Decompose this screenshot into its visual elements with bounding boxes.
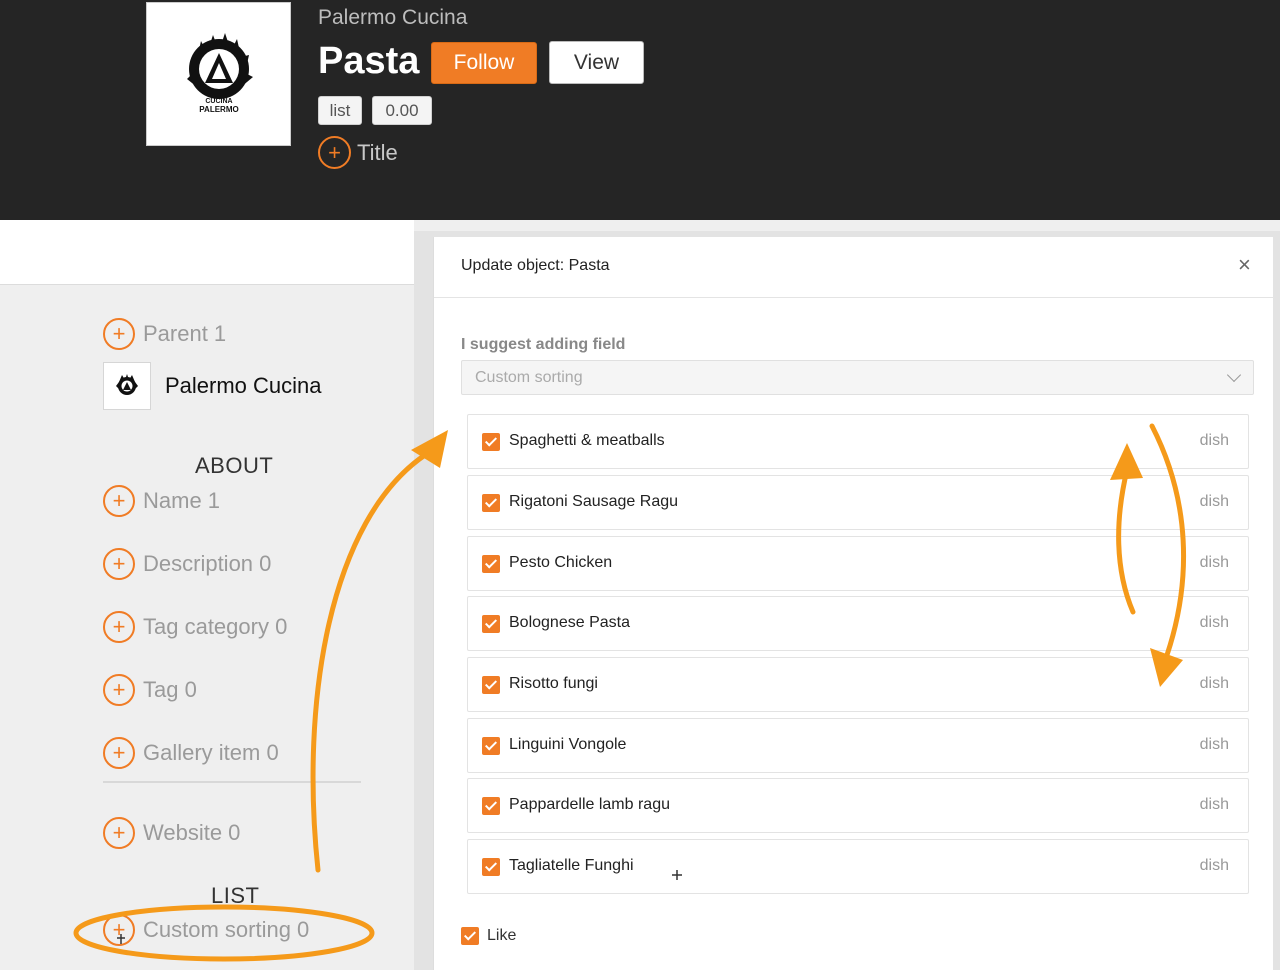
dish-name: Rigatoni Sausage Ragu xyxy=(509,493,679,510)
breadcrumb-parent[interactable]: Palermo Cucina xyxy=(318,6,467,30)
plus-circle-icon: + xyxy=(103,817,135,849)
checkbox[interactable] xyxy=(482,555,500,573)
about-heading: ABOUT xyxy=(195,453,274,478)
modal-header: Update object: Pasta × xyxy=(434,237,1274,298)
checkbox[interactable] xyxy=(482,615,500,633)
suggest-field-select[interactable]: Custom sorting xyxy=(461,360,1254,395)
checkbox[interactable] xyxy=(482,737,500,755)
restaurant-logo: CUCINA PALERMO xyxy=(146,2,291,146)
object-header: CUCINA PALERMO Palermo Cucina Pasta Foll… xyxy=(0,0,1280,220)
list-item[interactable]: Bolognese Pasta dish xyxy=(467,596,1249,651)
follow-button[interactable]: Follow xyxy=(431,42,537,84)
dish-name: Tagliatelle Funghi xyxy=(509,857,634,874)
plus-circle-icon: + xyxy=(318,136,351,169)
sidebar-item-tag[interactable]: + Tag 0 xyxy=(103,674,197,706)
sidebar-item-website[interactable]: + Website 0 xyxy=(103,817,240,849)
dish-type: dish xyxy=(1199,493,1229,510)
dish-name: Bolognese Pasta xyxy=(509,614,630,631)
plus-circle-icon: + xyxy=(103,318,135,350)
sidebar-item-description[interactable]: + Description 0 xyxy=(103,548,271,580)
close-icon[interactable]: × xyxy=(1238,254,1251,276)
update-object-modal: Update object: Pasta × I suggest adding … xyxy=(433,237,1274,970)
plus-circle-icon: + xyxy=(103,914,135,946)
sidebar-item-label: Website 0 xyxy=(143,820,241,845)
plus-circle-icon: + xyxy=(103,548,135,580)
checkbox[interactable] xyxy=(482,858,500,876)
list-item[interactable]: Risotto fungi dish xyxy=(467,657,1249,712)
chevron-down-icon xyxy=(1226,367,1242,383)
sidebar-item-label: Description 0 xyxy=(143,551,272,576)
dish-type: dish xyxy=(1199,614,1229,631)
dish-name: Pesto Chicken xyxy=(509,554,613,571)
suggest-field-value: Custom sorting xyxy=(475,369,583,386)
like-checkbox-row[interactable]: Like xyxy=(461,927,516,945)
dish-type: dish xyxy=(1199,796,1229,813)
checkbox[interactable] xyxy=(482,797,500,815)
sidebar-item-gallery-item[interactable]: + Gallery item 0 xyxy=(103,737,279,769)
list-item[interactable]: Pesto Chicken dish xyxy=(467,536,1249,591)
list-item[interactable]: Pappardelle lamb ragu dish xyxy=(467,778,1249,833)
list-item[interactable]: Rigatoni Sausage Ragu dish xyxy=(467,475,1249,530)
list-item[interactable]: Tagliatelle Funghi dish xyxy=(467,839,1249,894)
annotation-arrow xyxy=(310,452,428,873)
view-button[interactable]: View xyxy=(549,41,644,84)
list-heading: LIST xyxy=(211,883,260,908)
checkbox[interactable] xyxy=(482,494,500,512)
sidebar-item-label: Name 1 xyxy=(143,488,221,513)
dish-type: dish xyxy=(1199,432,1229,449)
svg-text:CUCINA: CUCINA xyxy=(205,98,232,105)
dish-name: Linguini Vongole xyxy=(509,736,627,753)
sidebar-item-label: Custom sorting 0 xyxy=(143,917,310,942)
parent-name[interactable]: Palermo Cucina xyxy=(165,373,322,399)
list-item[interactable]: Spaghetti & meatballs dish xyxy=(467,414,1249,469)
sidebar-top-strip xyxy=(0,220,414,285)
sidebar-item-name[interactable]: + Name 1 xyxy=(103,485,220,517)
parent-object[interactable]: Palermo Cucina xyxy=(103,362,322,410)
dish-type: dish xyxy=(1199,736,1229,753)
sidebar-item-label: Parent 1 xyxy=(143,321,227,346)
plus-circle-icon: + xyxy=(103,611,135,643)
dish-name: Pappardelle lamb ragu xyxy=(509,796,670,813)
dish-name: Risotto fungi xyxy=(509,675,598,692)
plus-circle-icon: + xyxy=(103,485,135,517)
dish-name: Spaghetti & meatballs xyxy=(509,432,665,449)
sidebar-item-parent[interactable]: + Parent 1 xyxy=(103,318,226,350)
dish-type: dish xyxy=(1199,554,1229,571)
suggest-field-label: I suggest adding field xyxy=(461,336,626,353)
logo-emblem-icon: CUCINA PALERMO xyxy=(186,33,253,114)
svg-text:PALERMO: PALERMO xyxy=(199,105,238,114)
checkbox[interactable] xyxy=(461,927,479,945)
add-title-label: Title xyxy=(357,139,398,165)
sidebar-item-label: Tag 0 xyxy=(143,677,197,702)
parent-thumbnail xyxy=(103,362,151,410)
checkbox[interactable] xyxy=(482,676,500,694)
plus-circle-icon: + xyxy=(103,737,135,769)
sidebar-item-tag-category[interactable]: + Tag category 0 xyxy=(103,611,287,643)
list-item[interactable]: Linguini Vongole dish xyxy=(467,718,1249,773)
sidebar-item-custom-sorting[interactable]: + Custom sorting 0 xyxy=(103,914,309,946)
sidebar-item-label: Gallery item 0 xyxy=(143,740,279,765)
dish-type: dish xyxy=(1199,675,1229,692)
rating-chip: 0.00 xyxy=(372,96,432,125)
type-chip: list xyxy=(318,96,362,125)
plus-circle-icon: + xyxy=(103,674,135,706)
sidebar-item-label: Tag category 0 xyxy=(143,614,288,639)
add-title-button[interactable]: + Title xyxy=(318,136,398,169)
page-title: Pasta xyxy=(318,40,420,82)
modal-title: Update object: Pasta xyxy=(461,257,610,274)
sidebar-divider xyxy=(103,781,361,783)
checkbox[interactable] xyxy=(482,433,500,451)
like-label: Like xyxy=(487,927,517,944)
dish-type: dish xyxy=(1199,857,1229,874)
logo-emblem-icon xyxy=(116,374,138,395)
